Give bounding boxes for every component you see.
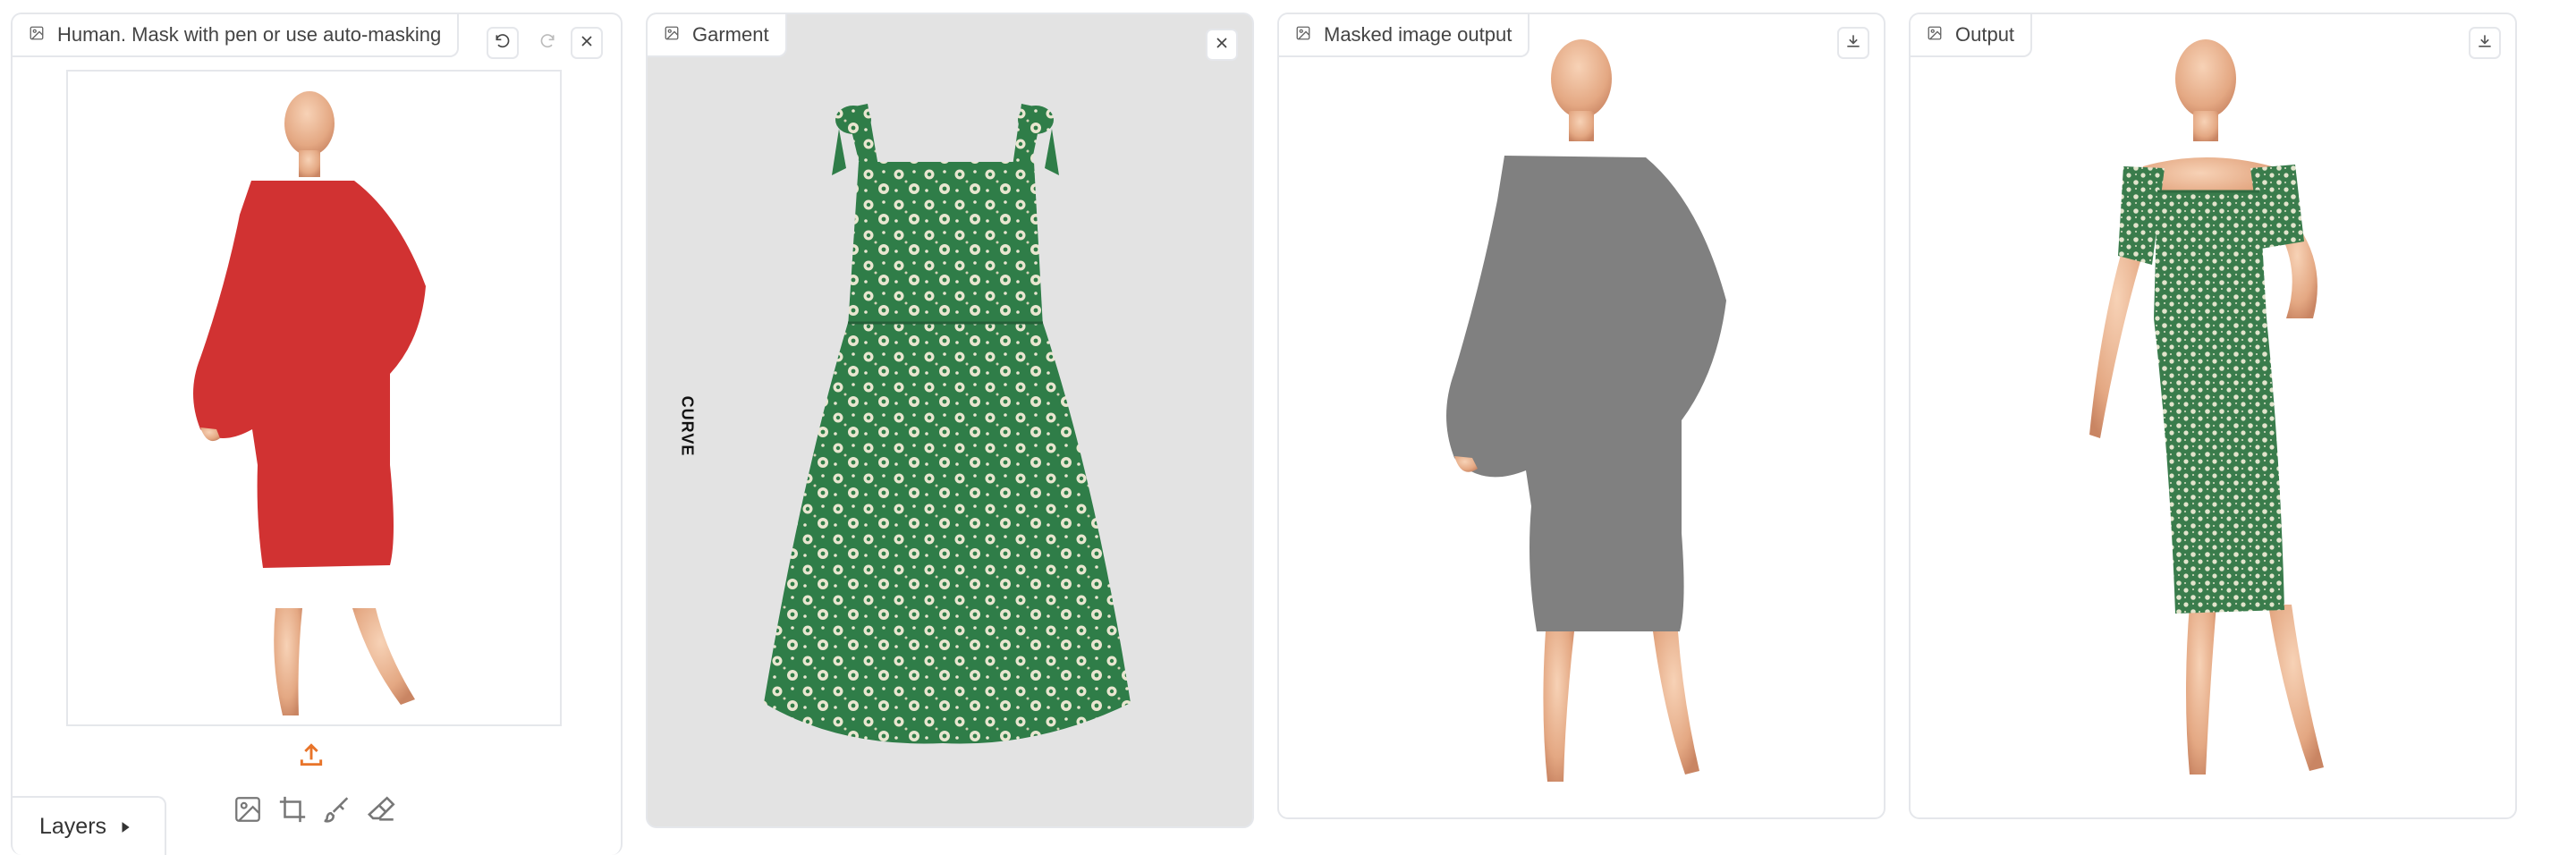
redo-icon [538, 32, 556, 55]
mask-drawing-canvas[interactable] [66, 70, 562, 726]
upload-button[interactable] [297, 741, 326, 769]
upload-icon [297, 743, 326, 773]
garment-close-button[interactable] [1206, 29, 1238, 61]
output-panel-title: Output [1955, 23, 2015, 46]
garment-panel-label: Garment [648, 14, 787, 57]
undo-button[interactable] [487, 27, 519, 59]
undo-icon [494, 32, 512, 55]
masked-human-image [1446, 39, 1726, 782]
eraser-icon [367, 796, 397, 828]
image-icon [233, 797, 263, 828]
image-tool-button[interactable] [233, 794, 263, 825]
garment-dress-image [764, 104, 1131, 744]
human-panel-title: Human. Mask with pen or use auto-masking [57, 23, 442, 46]
output-tryon-image [2089, 39, 2324, 775]
brush-icon [322, 797, 352, 828]
brush-tool-button[interactable] [322, 794, 352, 825]
crop-tool-button[interactable] [277, 794, 308, 825]
image-icon [664, 23, 680, 47]
output-panel-label: Output [1911, 14, 2033, 57]
image-icon [1295, 23, 1311, 47]
human-panel-label: Human. Mask with pen or use auto-masking [13, 14, 460, 57]
human-image-editor-panel: Human. Mask with pen or use auto-masking [11, 13, 623, 855]
download-icon [2476, 32, 2494, 55]
crop-icon [277, 796, 308, 828]
image-icon [29, 23, 45, 47]
masked-panel-title: Masked image output [1324, 23, 1513, 46]
masked-human-figure [193, 91, 426, 715]
layers-label: Layers [39, 813, 107, 839]
masked-download-button[interactable] [1837, 27, 1869, 59]
masked-panel-label: Masked image output [1279, 14, 1530, 57]
eraser-tool-button[interactable] [367, 794, 397, 825]
redo-button[interactable] [531, 27, 564, 59]
close-icon [1213, 34, 1231, 56]
close-button[interactable] [571, 27, 603, 59]
garment-image-panel: Garment CURVE [646, 13, 1254, 828]
garment-panel-title: Garment [692, 23, 769, 46]
output-download-button[interactable] [2469, 27, 2501, 59]
download-icon [1844, 32, 1862, 55]
layers-button[interactable]: Layers [13, 796, 166, 855]
output-panel: Output [1909, 13, 2517, 819]
masked-image-output-panel: Masked image output [1277, 13, 1885, 819]
close-icon [578, 32, 596, 55]
image-icon [1927, 23, 1943, 47]
caret-right-icon [119, 814, 131, 840]
